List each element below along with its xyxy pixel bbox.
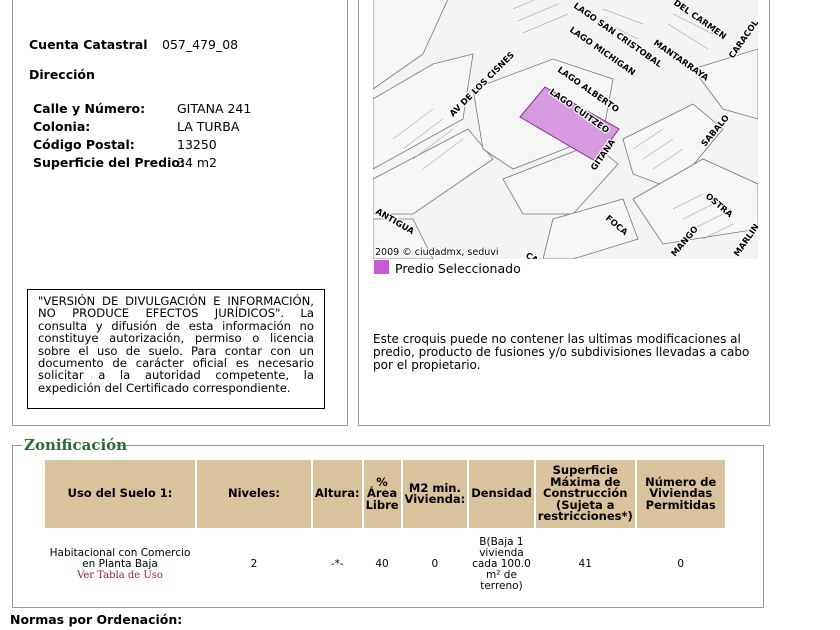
cuenta-catastral-label: Cuenta Catastral: [29, 37, 148, 52]
table-header-row: Uso del Suelo 1: Niveles: Altura: % Área…: [45, 460, 725, 528]
colonia-value: LA TURBA: [177, 119, 240, 134]
cell-niveles: 2: [250, 557, 258, 570]
header-superficie-max: Superficie Máxima de Construcción (Sujet…: [535, 460, 635, 528]
calle-label: Calle y Número:: [33, 101, 146, 116]
cell-area-libre: 40: [375, 557, 389, 570]
cell-uso: Habitacional con Comercio en Planta Baja…: [45, 528, 195, 600]
cuenta-catastral-value: 057_479_08: [162, 37, 239, 52]
codigo-postal-label: Código Postal:: [33, 137, 135, 152]
cell-altura: -*-: [330, 557, 344, 570]
disclaimer-text: "VERSIÓN DE DIVULGACIÓN E INFORMACIÓN, N…: [38, 294, 314, 395]
uso-text: Habitacional con Comercio en Planta Baja: [49, 546, 191, 570]
zonificacion-title: Zonificación: [24, 436, 128, 454]
cell-densidad: B(Baja 1 vivienda cada 100.0 m² de terre…: [472, 535, 531, 592]
legend-swatch: [374, 260, 389, 274]
map-graphic: LAGO SAN CRISTOBAL LAGO MICHIGAN LAGO AL…: [373, 0, 758, 259]
header-num-viviendas: Número de Viviendas Permitidas: [636, 460, 725, 528]
legend-label: Predio Seleccionado: [395, 261, 521, 276]
header-densidad: Densidad: [469, 460, 534, 528]
superficie-label: Superficie del Predio:: [33, 155, 185, 170]
colonia-label: Colonia:: [33, 119, 91, 134]
header-altura: Altura:: [313, 460, 362, 528]
property-info-panel: Cuenta Catastral 057_479_08 Dirección Ca…: [12, 0, 348, 426]
header-area-libre: % Área Libre: [363, 460, 401, 528]
map-panel: LAGO SAN CRISTOBAL LAGO MICHIGAN LAGO AL…: [358, 0, 770, 426]
map-copyright: 2009 © ciudadmx, seduvi: [375, 247, 499, 258]
header-m2-min: M2 min. Vivienda:: [402, 460, 468, 528]
location-map[interactable]: LAGO SAN CRISTOBAL LAGO MICHIGAN LAGO AL…: [373, 0, 758, 259]
ver-tabla-de-uso-link[interactable]: Ver Tabla de Uso: [46, 570, 194, 581]
header-niveles: Niveles:: [197, 460, 311, 528]
header-uso: Uso del Suelo 1:: [45, 460, 195, 528]
zonificacion-table: Uso del Suelo 1: Niveles: Altura: % Área…: [43, 460, 727, 600]
map-disclaimer-note: Este croquis puede no contener las ultim…: [373, 332, 750, 372]
cell-m2-min: 0: [431, 557, 439, 570]
normas-heading: Normas por Ordenación:: [10, 612, 183, 627]
table-row: Habitacional con Comercio en Planta Baja…: [45, 528, 725, 600]
direccion-heading: Dirección: [29, 67, 95, 82]
disclaimer-box: "VERSIÓN DE DIVULGACIÓN E INFORMACIÓN, N…: [27, 289, 325, 409]
cell-superficie-max: 41: [578, 557, 592, 570]
superficie-value: 34 m2: [177, 155, 218, 170]
calle-value: GITANA 241: [177, 101, 252, 116]
codigo-postal-value: 13250: [177, 137, 217, 152]
cell-num-viviendas: 0: [677, 557, 685, 570]
